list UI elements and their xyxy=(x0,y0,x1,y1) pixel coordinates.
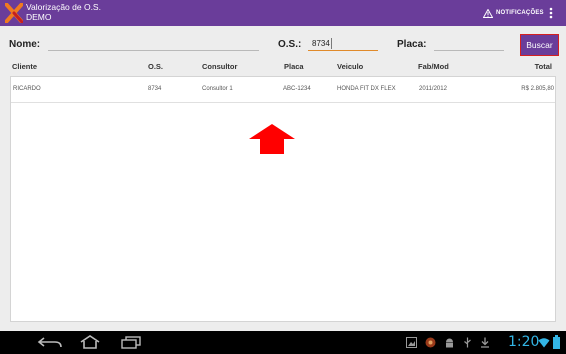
notifications-button[interactable]: NOTIFICAÇÕES xyxy=(483,7,544,19)
cell-total: R$ 2.805,80 xyxy=(521,86,554,92)
column-header-placa: Placa xyxy=(284,62,304,71)
table-row[interactable]: RICARDO 8734 Consultor 1 ABC-1234 HONDA … xyxy=(11,77,555,103)
placa-label: Placa: xyxy=(397,39,427,50)
up-arrow-icon xyxy=(249,124,295,154)
cell-os: 8734 xyxy=(148,86,162,92)
app-logo-icon[interactable] xyxy=(5,3,23,23)
column-header-cliente: Cliente xyxy=(12,62,38,71)
column-header-total: Total xyxy=(534,62,552,71)
column-header-os: O.S. xyxy=(148,62,164,71)
usb-icon xyxy=(464,337,471,348)
warning-icon xyxy=(483,8,493,18)
os-input[interactable]: 8734 xyxy=(308,37,378,51)
cell-consultor: Consultor 1 xyxy=(202,86,233,92)
cell-fab-mod: 2011/2012 xyxy=(419,86,447,92)
cell-cliente: RICARDO xyxy=(13,86,41,92)
search-form: Nome: O.S.: 8734 Placa: Buscar xyxy=(0,27,566,59)
results-list[interactable]: RICARDO 8734 Consultor 1 ABC-1234 HONDA … xyxy=(10,76,556,322)
notifications-label: NOTIFICAÇÕES xyxy=(496,10,544,16)
recent-apps-icon[interactable] xyxy=(120,336,142,349)
os-label: O.S.: xyxy=(278,39,302,50)
nome-label: Nome: xyxy=(9,39,41,50)
download-icon xyxy=(481,337,489,348)
gallery-icon xyxy=(406,337,417,348)
wifi-icon xyxy=(538,338,550,348)
overflow-menu-icon[interactable] xyxy=(546,6,556,20)
column-header-consultor: Consultor xyxy=(202,62,238,71)
buscar-button[interactable]: Buscar xyxy=(520,34,559,56)
system-navigation-bar: 1:20 xyxy=(0,331,566,354)
app-title: Valorização de O.S. xyxy=(26,2,101,12)
battery-icon xyxy=(553,335,560,349)
app-icon xyxy=(425,337,436,348)
placa-input[interactable] xyxy=(434,37,504,51)
action-bar: Valorização de O.S. DEMO NOTIFICAÇÕES xyxy=(0,0,566,26)
nome-input[interactable] xyxy=(48,37,259,51)
text-cursor xyxy=(331,38,332,49)
cell-veiculo: HONDA FIT DX FLEX xyxy=(337,86,396,92)
app-subtitle: DEMO xyxy=(26,12,52,22)
back-icon[interactable] xyxy=(37,336,63,349)
column-header-veiculo: Veiculo xyxy=(337,62,364,71)
home-icon[interactable] xyxy=(78,335,102,349)
os-value: 8734 xyxy=(312,39,330,48)
status-clock: 1:20 xyxy=(508,334,540,350)
cell-placa: ABC-1234 xyxy=(283,86,311,92)
android-icon xyxy=(446,338,453,348)
table-header: Cliente O.S. Consultor Placa Veiculo Fab… xyxy=(0,59,566,75)
column-header-fab-mod: Fab/Mod xyxy=(418,62,449,71)
